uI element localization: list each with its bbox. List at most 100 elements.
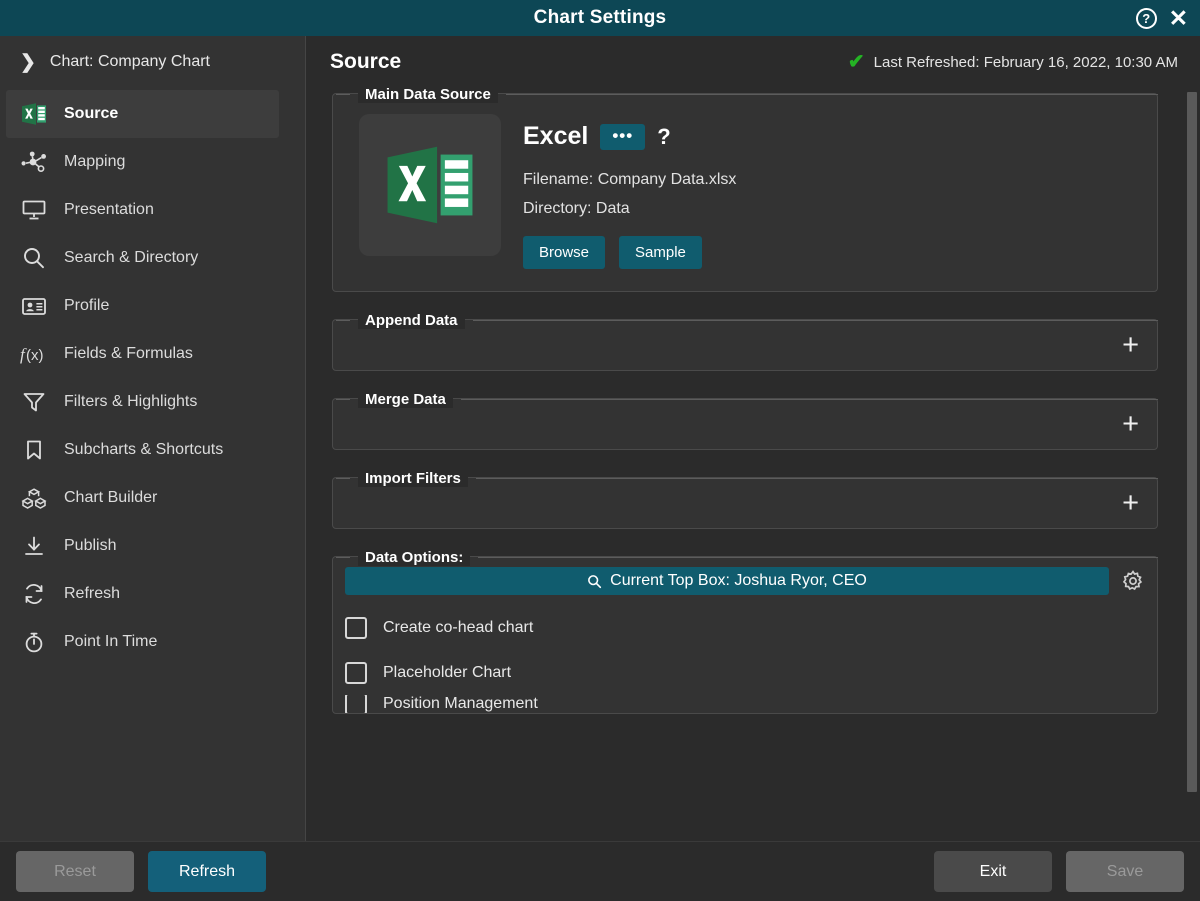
function-fx-icon: f (x): [20, 340, 48, 368]
source-buttons: Browse Sample: [523, 236, 736, 269]
checkbox-row-placeholder-chart[interactable]: Placeholder Chart: [345, 650, 1145, 695]
main-data-source-legend: Main Data Source: [358, 86, 498, 103]
footer-bar: Reset Refresh Exit Save: [0, 841, 1200, 901]
sidebar-item-label: Profile: [64, 297, 110, 314]
source-more-button[interactable]: •••: [600, 123, 646, 150]
sidebar-item-point-in-time[interactable]: Point In Time: [0, 618, 305, 666]
sidebar-item-profile[interactable]: Profile: [0, 282, 305, 330]
stopwatch-icon: [20, 628, 48, 656]
close-button[interactable]: ✕: [1167, 6, 1190, 30]
browse-button[interactable]: Browse: [523, 236, 606, 269]
content-header: Source ✔ Last Refreshed: February 16, 20…: [306, 36, 1200, 86]
group-legend: Main Data Source: [332, 86, 1158, 103]
checkbox-label: Placeholder Chart: [383, 663, 512, 681]
sidebar-item-chart-builder[interactable]: Chart Builder: [0, 474, 305, 522]
sidebar-item-presentation[interactable]: Presentation: [0, 186, 305, 234]
window-title: Chart Settings: [533, 7, 667, 28]
import-filters-group: Import Filters +: [332, 470, 1158, 529]
sidebar-item-label: Search & Directory: [64, 249, 199, 266]
save-button[interactable]: Save: [1066, 851, 1184, 892]
window-body: ❯ Chart: Company Chart Source Mapping Pr…: [0, 36, 1200, 841]
group-legend: Data Options:: [332, 549, 1158, 566]
footer-left-buttons: Reset Refresh: [16, 851, 266, 892]
checkbox-icon[interactable]: [345, 695, 367, 713]
green-check-icon: ✔: [847, 51, 865, 73]
sidebar-item-refresh[interactable]: Refresh: [0, 570, 305, 618]
help-button[interactable]: ?: [1135, 7, 1157, 29]
top-box-search-field[interactable]: Current Top Box: Joshua Ryor, CEO: [345, 567, 1109, 595]
sidebar-item-mapping[interactable]: Mapping: [0, 138, 305, 186]
settings-scroll-area: Main Data Source Excel ••• ? Filename: C…: [306, 86, 1184, 841]
source-card: Excel ••• ? Filename: Company Data.xlsx: [345, 106, 1145, 279]
directory-label: Directory:: [523, 200, 592, 217]
refresh-cycle-icon: [20, 580, 48, 608]
sidebar-item-subcharts-shortcuts[interactable]: Subcharts & Shortcuts: [0, 426, 305, 474]
legend-rule: [478, 557, 1158, 558]
plus-icon[interactable]: +: [1122, 409, 1139, 439]
title-bar: Chart Settings ? ✕: [0, 0, 1200, 36]
excel-file-icon: [359, 114, 501, 256]
vertical-scrollbar[interactable]: [1184, 86, 1200, 841]
last-refreshed-status: ✔ Last Refreshed: February 16, 2022, 10:…: [848, 52, 1178, 72]
sample-button[interactable]: Sample: [619, 236, 702, 269]
sidebar-item-publish[interactable]: Publish: [0, 522, 305, 570]
checkbox-icon[interactable]: [345, 616, 367, 639]
sidebar-item-label: Publish: [64, 537, 117, 554]
sidebar-item-label: Chart Builder: [64, 489, 158, 506]
main-data-source-group: Main Data Source Excel ••• ? Filename: C…: [332, 86, 1158, 292]
append-data-legend: Append Data: [358, 312, 465, 329]
import-filters-legend: Import Filters: [358, 470, 468, 487]
footer-right-buttons: Exit Save: [934, 851, 1184, 892]
checkbox-row-position-management[interactable]: Position Management: [345, 695, 1145, 713]
bookmark-icon: [20, 436, 48, 464]
sidebar: ❯ Chart: Company Chart Source Mapping Pr…: [0, 36, 305, 841]
top-box-search-row: Current Top Box: Joshua Ryor, CEO: [345, 567, 1145, 595]
sidebar-item-label: Filters & Highlights: [64, 393, 198, 410]
append-data-group: Append Data +: [332, 312, 1158, 371]
checkbox-row-create-co-head-chart[interactable]: Create co-head chart: [345, 605, 1145, 650]
refresh-button[interactable]: Refresh: [148, 851, 266, 892]
data-options-gear-button[interactable]: [1121, 569, 1145, 593]
chart-settings-window: Chart Settings ? ✕ ❯ Chart: Company Char…: [0, 0, 1200, 901]
merge-data-group: Merge Data +: [332, 391, 1158, 450]
sidebar-item-label: Presentation: [64, 201, 154, 218]
last-refreshed-text: Last Refreshed: February 16, 2022, 10:30…: [873, 53, 1178, 71]
scrollbar-thumb[interactable]: [1187, 92, 1197, 792]
legend-dash: [336, 478, 350, 479]
sidebar-chart-label: Chart: Company Chart: [49, 53, 210, 70]
content-panel: Source ✔ Last Refreshed: February 16, 20…: [305, 36, 1200, 841]
sidebar-item-label: Mapping: [64, 153, 126, 170]
blocks-cubes-icon: [20, 484, 48, 512]
sidebar-nav: Source Mapping Presentation Search & Dir…: [0, 90, 305, 666]
search-icon: [20, 244, 48, 272]
source-title-row: Excel ••• ?: [523, 122, 736, 151]
group-legend: Merge Data: [332, 391, 1158, 408]
source-help-icon[interactable]: ?: [657, 124, 670, 150]
reset-button[interactable]: Reset: [16, 851, 134, 892]
legend-dash: [336, 94, 350, 95]
exit-button[interactable]: Exit: [934, 851, 1052, 892]
legend-rule: [505, 94, 1158, 95]
sidebar-item-source[interactable]: Source: [6, 90, 279, 138]
checkbox-label: Create co-head chart: [383, 618, 534, 636]
window-controls: ? ✕: [1135, 0, 1190, 36]
filename-value: Company Data.xlsx: [597, 171, 737, 188]
svg-text:(x): (x): [26, 347, 44, 364]
sidebar-chart-header[interactable]: ❯ Chart: Company Chart: [0, 40, 305, 84]
page-title: Source: [330, 50, 402, 73]
data-options-group: Data Options: Current Top Box: Joshua Ry…: [332, 549, 1158, 714]
chevron-right-icon: ❯: [20, 51, 36, 73]
directory-value: Data: [595, 200, 630, 217]
top-box-search-value: Current Top Box: Joshua Ryor, CEO: [610, 572, 867, 589]
data-options-legend: Data Options:: [358, 549, 471, 566]
sidebar-item-search-directory[interactable]: Search & Directory: [0, 234, 305, 282]
source-info: Excel ••• ? Filename: Company Data.xlsx: [523, 114, 736, 269]
sidebar-item-fields-formulas[interactable]: f (x) Fields & Formulas: [0, 330, 305, 378]
checkbox-icon[interactable]: [345, 661, 367, 684]
plus-icon[interactable]: +: [1122, 488, 1139, 518]
main-data-source-box: Excel ••• ? Filename: Company Data.xlsx: [332, 93, 1158, 292]
sidebar-item-filters-highlights[interactable]: Filters & Highlights: [0, 378, 305, 426]
download-publish-icon: [20, 532, 48, 560]
filename-row: Filename: Company Data.xlsx: [523, 171, 736, 189]
plus-icon[interactable]: +: [1122, 330, 1139, 360]
